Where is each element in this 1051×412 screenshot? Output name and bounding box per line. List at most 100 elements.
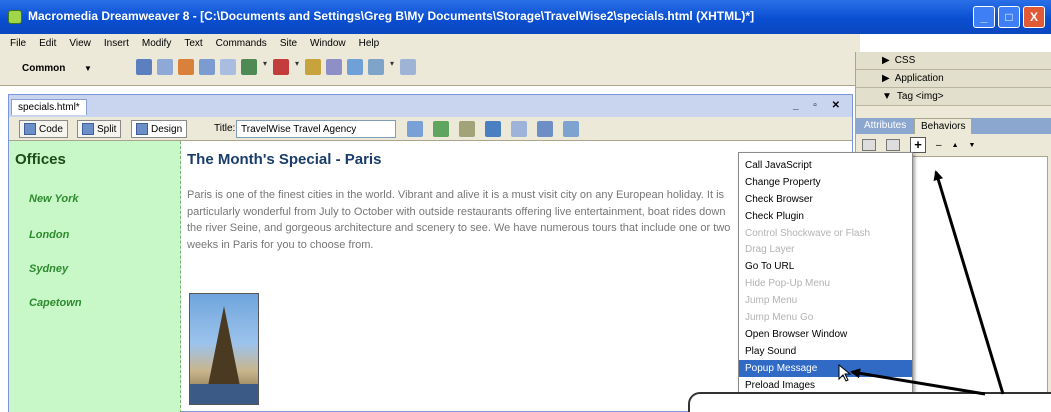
window-controls: _ □ X — [973, 6, 1045, 28]
insert-category-select[interactable]: Common — [22, 63, 65, 74]
document-window-controls[interactable]: _ ▫ ✕ — [793, 100, 846, 111]
menu-bar: File Edit View Insert Modify Text Comman… — [0, 34, 860, 52]
mouse-pointer-icon — [838, 364, 852, 382]
tower-shape — [208, 306, 240, 386]
menu-item-preload-images[interactable]: Preload Images — [739, 377, 912, 394]
menu-item-popup-message[interactable]: Popup Message — [739, 359, 912, 377]
design-view-icon — [136, 123, 148, 135]
menu-help[interactable]: Help — [359, 38, 380, 49]
menu-edit[interactable]: Edit — [39, 38, 56, 49]
file-management-icon[interactable] — [459, 121, 475, 137]
tab-attributes[interactable]: Attributes — [858, 118, 912, 134]
menu-item-drag-layer: Drag Layer — [745, 244, 795, 256]
templates-icon[interactable] — [368, 59, 384, 75]
view-options-icon[interactable] — [537, 121, 553, 137]
menu-item-jump-menu-go: Jump Menu Go — [745, 311, 814, 323]
behaviors-menu: Call JavaScript Change Property Check Br… — [738, 152, 913, 412]
menu-insert[interactable]: Insert — [104, 38, 129, 49]
eiffel-tower-image[interactable] — [189, 293, 259, 405]
menu-item-jump-menu: Jump Menu — [745, 295, 798, 307]
document-tools — [407, 121, 579, 137]
tab-behaviors[interactable]: Behaviors — [914, 118, 973, 134]
menu-item-hide-popup-menu: Hide Pop-Up Menu — [745, 278, 831, 290]
menu-item-go-to-url[interactable]: Go To URL — [739, 258, 912, 275]
code-view-button[interactable]: Code — [19, 120, 68, 138]
menu-modify[interactable]: Modify — [142, 38, 171, 49]
link-london[interactable]: London — [29, 229, 69, 241]
dropdown-arrow-icon[interactable]: ▾ — [262, 59, 268, 75]
move-up-button[interactable]: ▲ — [952, 142, 959, 149]
code-view-icon — [24, 123, 36, 135]
river-shape — [190, 384, 258, 404]
document-window: specials.html* _ ▫ ✕ Code Split Design T… — [8, 94, 853, 412]
chevron-down-icon[interactable]: ▼ — [84, 64, 92, 73]
show-all-events-icon[interactable] — [886, 139, 900, 151]
panel-group-tag[interactable]: ▼ Tag <img> — [856, 88, 1051, 106]
remove-behavior-button[interactable]: – — [936, 140, 942, 151]
panel-group-css[interactable]: ▶ CSS — [856, 52, 1051, 70]
media-icon[interactable] — [273, 59, 289, 75]
triangle-right-icon: ▶ — [882, 55, 890, 66]
panel-group-application[interactable]: ▶ Application — [856, 70, 1051, 88]
div-icon[interactable] — [220, 59, 236, 75]
split-view-icon — [82, 123, 94, 135]
document-tab[interactable]: specials.html* — [11, 99, 87, 115]
named-anchor-icon[interactable] — [178, 59, 194, 75]
no-browser-check-errors-icon[interactable] — [407, 121, 423, 137]
window-titlebar: Macromedia Dreamweaver 8 - [C:\Documents… — [0, 0, 1051, 34]
menu-item-open-browser-window[interactable]: Open Browser Window — [739, 326, 912, 343]
menu-view[interactable]: View — [69, 38, 91, 49]
validate-markup-icon[interactable] — [433, 121, 449, 137]
show-set-events-icon[interactable] — [862, 139, 876, 151]
menu-text[interactable]: Text — [184, 38, 202, 49]
tag-chooser-icon[interactable] — [400, 59, 416, 75]
menu-site[interactable]: Site — [280, 38, 297, 49]
maximize-button[interactable]: □ — [998, 6, 1020, 28]
image-icon[interactable] — [241, 59, 257, 75]
menu-item-play-sound[interactable]: Play Sound — [739, 343, 912, 360]
visual-aids-icon[interactable] — [563, 121, 579, 137]
window-title: Macromedia Dreamweaver 8 - [C:\Documents… — [28, 9, 755, 23]
document-toolbar: Code Split Design Title: — [9, 117, 852, 141]
refresh-icon[interactable] — [511, 121, 527, 137]
minimize-button[interactable]: _ — [973, 6, 995, 28]
triangle-right-icon: ▶ — [882, 73, 890, 84]
menu-item-control-shockwave: Control Shockwave or Flash — [745, 227, 871, 239]
menu-item-check-plugin[interactable]: Check Plugin — [739, 208, 912, 225]
link-sydney[interactable]: Sydney — [29, 263, 68, 275]
design-view-canvas[interactable]: Offices New York London Sydney Capetown … — [9, 141, 852, 412]
design-view-button[interactable]: Design — [131, 120, 188, 138]
sidebar-heading: Offices — [15, 151, 66, 168]
menu-item-change-property[interactable]: Change Property — [739, 174, 912, 191]
split-view-button[interactable]: Split — [77, 120, 122, 138]
table-icon[interactable] — [199, 59, 215, 75]
menu-commands[interactable]: Commands — [216, 38, 267, 49]
title-label: Title: — [214, 123, 236, 134]
hyperlink-icon[interactable] — [136, 59, 152, 75]
page-paragraph: Paris is one of the finest cities in the… — [187, 189, 731, 251]
email-link-icon[interactable] — [157, 59, 173, 75]
callout-box — [688, 392, 1051, 412]
move-down-button[interactable]: ▼ — [969, 142, 976, 149]
link-new-york[interactable]: New York — [29, 193, 79, 205]
menu-item-call-javascript[interactable]: Call JavaScript — [739, 157, 912, 174]
dropdown-arrow-icon[interactable]: ▾ — [389, 59, 395, 75]
insert-tools: ▾ ▾ ▾ — [136, 59, 416, 75]
menu-item-check-browser[interactable]: Check Browser — [739, 191, 912, 208]
insert-bar: Common ▼ ▾ ▾ ▾ — [0, 52, 858, 86]
server-side-include-icon[interactable] — [326, 59, 342, 75]
dropdown-arrow-icon[interactable]: ▾ — [294, 59, 300, 75]
close-button[interactable]: X — [1023, 6, 1045, 28]
triangle-down-icon: ▼ — [882, 91, 892, 102]
main-content: The Month's Special - Paris Paris is one… — [185, 141, 745, 412]
preview-in-browser-icon[interactable] — [485, 121, 501, 137]
dreamweaver-app-icon — [8, 10, 22, 24]
document-tab-bar: specials.html* _ ▫ ✕ — [9, 95, 852, 117]
date-icon[interactable] — [305, 59, 321, 75]
page-title-input[interactable] — [236, 120, 396, 138]
link-capetown[interactable]: Capetown — [29, 297, 82, 309]
add-behavior-button[interactable]: + — [910, 137, 926, 153]
menu-file[interactable]: File — [10, 38, 26, 49]
menu-window[interactable]: Window — [310, 38, 346, 49]
comment-icon[interactable] — [347, 59, 363, 75]
